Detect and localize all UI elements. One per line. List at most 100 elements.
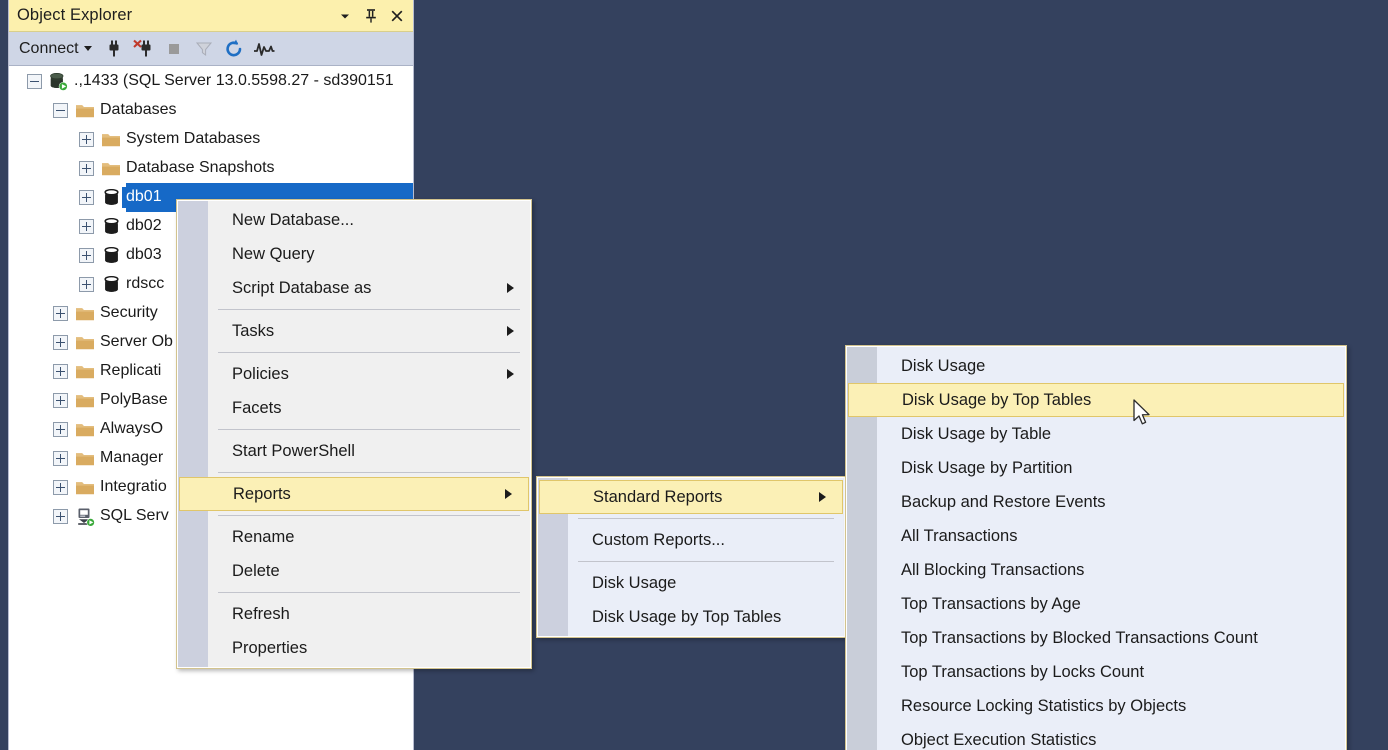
menu-item[interactable]: Disk Usage [538,566,844,600]
menu-item[interactable]: Disk Usage by Top Tables [848,383,1344,417]
expand-icon[interactable] [79,161,94,176]
expand-icon[interactable] [53,451,68,466]
menu-separator [578,561,834,562]
menu-item-label: New Database... [232,210,354,229]
collapse-icon[interactable] [27,74,42,89]
menu-item[interactable]: Tasks [178,314,530,348]
expand-icon[interactable] [53,509,68,524]
collapse-icon[interactable] [53,103,68,118]
expand-icon[interactable] [79,248,94,263]
menu-item[interactable]: Disk Usage by Top Tables [538,600,844,634]
titlebar-buttons [333,0,409,32]
menu-item-label: Policies [232,364,289,383]
menu-item-label: Tasks [232,321,275,340]
expand-icon[interactable] [53,335,68,350]
menu-separator [218,515,520,516]
menu-item[interactable]: New Database... [178,203,530,237]
tree-node-label: db02 [126,217,162,234]
menu-item[interactable]: Facets [178,391,530,425]
context-menu-reports[interactable]: Standard Reports Custom Reports... Disk Us… [536,476,846,638]
expand-icon[interactable] [53,422,68,437]
tree-node-label: Integratio [100,478,167,495]
server-icon [48,72,70,92]
context-menu-standard-reports[interactable]: Disk Usage Disk Usage by Top Tables Disk U… [845,345,1347,750]
menu-item[interactable]: Disk Usage [847,349,1345,383]
tree-node-label: Manager [100,449,164,466]
menu-item[interactable]: Standard Reports [539,480,843,514]
tree-node[interactable]: Database Snapshots [9,154,413,183]
connect-button-label: Connect [19,39,79,57]
menu-item-label: Disk Usage by Top Tables [592,607,782,626]
tree-node[interactable]: Databases [9,96,413,125]
database-icon [100,275,122,294]
expand-icon[interactable] [79,219,94,234]
menu-item-label: Delete [232,561,280,580]
database-icon [100,188,122,207]
expand-icon[interactable] [79,277,94,292]
menu-item[interactable]: Rename [178,520,530,554]
tree-node-label: Server Ob [100,333,173,350]
menu-item[interactable]: All Transactions [847,519,1345,553]
chevron-down-icon [83,46,92,51]
tree-node[interactable]: System Databases [9,125,413,154]
connect-icon[interactable] [100,35,128,63]
menu-item[interactable]: Start PowerShell [178,434,530,468]
menu-item[interactable]: Script Database as [178,271,530,305]
menu-separator [218,309,520,310]
tree-node-label: Security [100,304,158,321]
menu-item[interactable]: Properties [178,631,530,665]
tree-node-label: Database Snapshots [126,159,275,176]
menu-item[interactable]: Custom Reports... [538,523,844,557]
close-icon[interactable] [385,4,409,28]
menu-item[interactable]: Disk Usage by Table [847,417,1345,451]
menu-separator [578,518,834,519]
menu-item[interactable]: Refresh [178,597,530,631]
folder-icon [74,450,96,467]
submenu-arrow-icon [505,489,512,499]
submenu-arrow-icon [819,492,826,502]
tree-node-label: System Databases [126,130,261,147]
folder-icon [74,305,96,322]
menu-item[interactable]: New Query [178,237,530,271]
disconnect-icon[interactable] [130,35,158,63]
tree-node[interactable]: .,1433 (SQL Server 13.0.5598.27 - sd3901… [9,67,413,96]
menu-item[interactable]: Disk Usage by Partition [847,451,1345,485]
page-title: Object Explorer [17,6,133,24]
menu-item[interactable]: Top Transactions by Age [847,587,1345,621]
chevron-down-icon[interactable] [333,4,357,28]
expand-icon[interactable] [53,393,68,408]
menu-item-label: Top Transactions by Age [901,594,1081,613]
menu-item[interactable]: Resource Locking Statistics by Objects [847,689,1345,723]
activity-monitor-icon[interactable] [250,35,278,63]
object-explorer-toolbar: Connect [9,32,413,66]
context-menu-database[interactable]: New Database... New Query Script Database … [176,199,532,669]
sql-agent-icon [74,507,96,527]
menu-item[interactable]: Object Execution Statistics [847,723,1345,750]
menu-item[interactable]: All Blocking Transactions [847,553,1345,587]
menu-item-label: Resource Locking Statistics by Objects [901,696,1187,715]
menu-item-label: Disk Usage by Partition [901,458,1073,477]
folder-icon [74,102,96,119]
menu-item[interactable]: Policies [178,357,530,391]
menu-item[interactable]: Top Transactions by Locks Count [847,655,1345,689]
menu-item[interactable]: Reports [179,477,529,511]
menu-item[interactable]: Backup and Restore Events [847,485,1345,519]
menu-item-label: Top Transactions by Locks Count [901,662,1145,681]
connect-button[interactable]: Connect [15,38,98,60]
folder-icon [74,421,96,438]
database-icon [100,246,122,265]
pin-icon[interactable] [359,4,383,28]
submenu-arrow-icon [507,369,514,379]
expand-icon[interactable] [53,364,68,379]
menu-item[interactable]: Delete [178,554,530,588]
menu-item-label: Facets [232,398,282,417]
menu-item-label: Rename [232,527,295,546]
tree-node-label: db03 [126,246,162,263]
refresh-icon[interactable] [220,35,248,63]
expand-icon[interactable] [53,306,68,321]
expand-icon[interactable] [79,132,94,147]
menu-item-label: Start PowerShell [232,441,355,460]
menu-item[interactable]: Top Transactions by Blocked Transactions… [847,621,1345,655]
expand-icon[interactable] [53,480,68,495]
expand-icon[interactable] [79,190,94,205]
